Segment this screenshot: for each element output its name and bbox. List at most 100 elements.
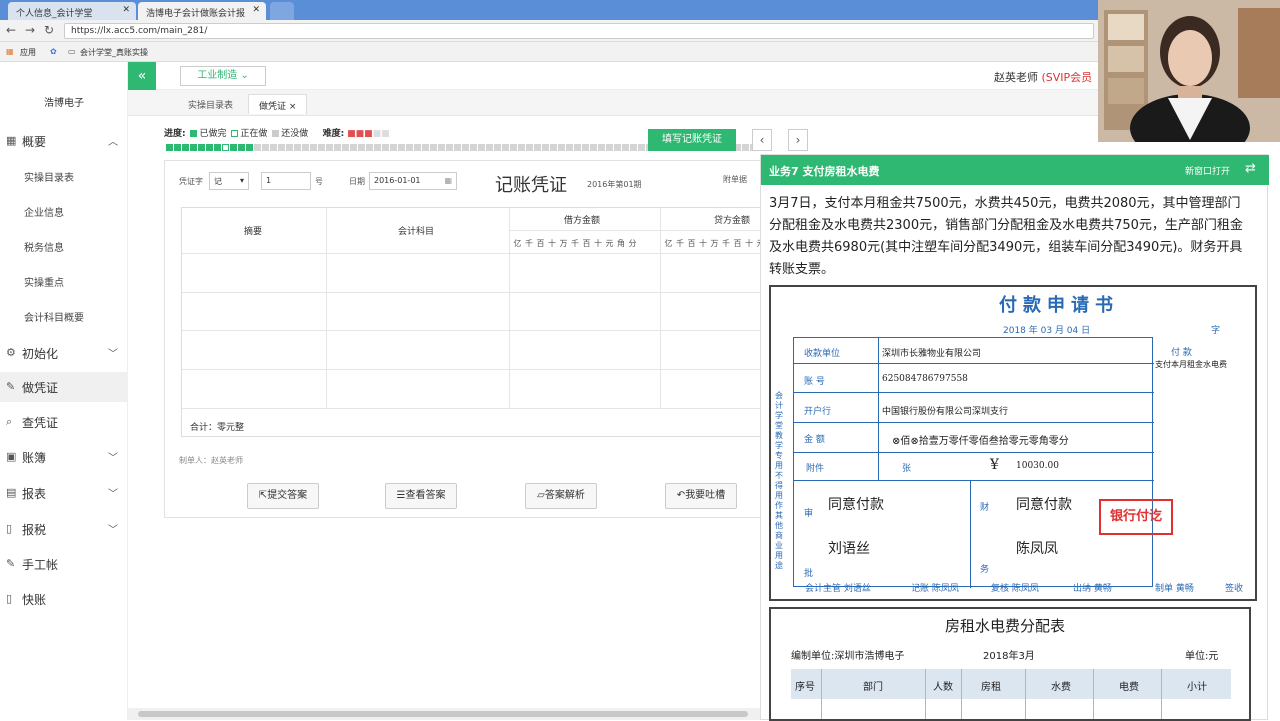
progress-segment[interactable] [286,144,293,151]
submit-answer-button[interactable]: ⇱提交答案 [247,483,319,509]
progress-segment[interactable] [550,144,557,151]
progress-segment[interactable] [598,144,605,151]
switch-icon[interactable]: ⇄ [1245,161,1256,176]
progress-segment[interactable] [558,144,565,151]
progress-segment[interactable] [318,144,325,151]
sidebar-item-quick[interactable]: ▯ 快账 [0,584,128,614]
horizontal-scrollbar[interactable] [128,708,760,720]
voucher-date-field[interactable]: 2016-01-01 ▦ [369,172,457,190]
reload-icon[interactable]: ↻ [44,23,54,37]
sidebar-item-voucher[interactable]: ✎ 做凭证 [0,372,128,402]
progress-segment[interactable] [182,144,189,151]
progress-segment[interactable] [574,144,581,151]
progress-segment[interactable] [174,144,181,151]
progress-segment[interactable] [414,144,421,151]
close-icon[interactable]: ✕ [122,5,130,15]
progress-segment[interactable] [246,144,253,151]
progress-segment[interactable] [406,144,413,151]
sidebar-item-query[interactable]: ⌕ 查凭证 [0,407,128,437]
sidebar-item-overview[interactable]: ▦ 概要 ︿ [0,126,128,156]
feedback-button[interactable]: ↶我要吐槽 [665,483,737,509]
progress-segment[interactable] [310,144,317,151]
progress-segment[interactable] [590,144,597,151]
sidebar-item-ledger[interactable]: ▣ 账簿 ﹀ [0,442,128,472]
progress-segment[interactable] [166,144,173,151]
new-tab-button[interactable] [270,2,294,20]
progress-segment[interactable] [366,144,373,151]
progress-segment[interactable] [206,144,213,151]
sidebar-item-report[interactable]: ▤ 报表 ﹀ [0,478,128,508]
user-info[interactable]: 赵英老师 (SVIP会员 [994,69,1092,85]
progress-segment[interactable] [326,144,333,151]
progress-segment[interactable] [254,144,261,151]
open-new-window-link[interactable]: 新窗口打开 [1185,164,1230,177]
progress-segment[interactable] [390,144,397,151]
progress-segment[interactable] [438,144,445,151]
scrollbar-thumb[interactable] [138,711,748,717]
progress-segment[interactable] [230,144,237,151]
sidebar-sub-company[interactable]: 企业信息 [24,204,64,219]
tab-voucher[interactable]: 做凭证 × [248,94,308,114]
progress-segment[interactable] [614,144,621,151]
progress-segment[interactable] [382,144,389,151]
progress-segment[interactable] [486,144,493,151]
progress-segment[interactable] [446,144,453,151]
progress-segment[interactable] [606,144,613,151]
progress-segment[interactable] [534,144,541,151]
progress-segment[interactable] [198,144,205,151]
progress-segment[interactable] [270,144,277,151]
back-icon[interactable]: ← [6,23,16,37]
progress-segment[interactable] [190,144,197,151]
voucher-number-stepper[interactable]: 1 [261,172,311,190]
progress-segment[interactable] [542,144,549,151]
close-icon[interactable]: × [289,102,297,112]
progress-segment[interactable] [462,144,469,151]
progress-segment[interactable] [214,144,221,151]
progress-segment[interactable] [430,144,437,151]
progress-segment[interactable] [526,144,533,151]
url-field[interactable]: https://lx.acc5.com/main_281/ [64,23,1094,39]
progress-segment[interactable] [742,144,749,151]
progress-segment[interactable] [222,144,229,151]
voucher-table[interactable]: 摘要 会计科目 借方金额 贷方金额 亿千百十万千百十元角分亿千百十万千百十元 合… [181,207,766,437]
prev-button[interactable]: ‹ [752,129,772,151]
fill-voucher-button[interactable]: 填写记账凭证 [648,129,736,151]
progress-segment[interactable] [622,144,629,151]
industry-dropdown[interactable]: 工业制造 ⌄ [180,66,266,86]
progress-segment[interactable] [582,144,589,151]
progress-segment[interactable] [350,144,357,151]
sidebar-sub-catalog[interactable]: 实操目录表 [24,169,74,184]
progress-segment[interactable] [358,144,365,151]
next-button[interactable]: › [788,129,808,151]
progress-segment[interactable] [518,144,525,151]
progress-segment[interactable] [342,144,349,151]
progress-segment[interactable] [294,144,301,151]
apps-icon[interactable]: ▦ [6,47,14,56]
progress-segment[interactable] [494,144,501,151]
progress-segment[interactable] [334,144,341,151]
progress-segment[interactable] [638,144,645,151]
progress-segment[interactable] [470,144,477,151]
view-answer-button[interactable]: ☰查看答案 [385,483,457,509]
progress-segment[interactable] [630,144,637,151]
sidebar-sub-accounts[interactable]: 会计科目概要 [24,309,84,324]
progress-segment[interactable] [502,144,509,151]
progress-segment[interactable] [566,144,573,151]
progress-segment[interactable] [422,144,429,151]
progress-segment[interactable] [278,144,285,151]
answer-analysis-button[interactable]: ▱答案解析 [525,483,597,509]
sidebar-item-init[interactable]: ⚙ 初始化 ﹀ [0,338,128,368]
progress-segment[interactable] [398,144,405,151]
bookmark-apps[interactable]: 应用 [20,47,36,58]
tab-catalog[interactable]: 实操目录表 [178,94,243,114]
progress-segment[interactable] [374,144,381,151]
close-icon[interactable]: ✕ [252,5,260,15]
sidebar-sub-tax[interactable]: 税务信息 [24,239,64,254]
sidebar-sub-keypoints[interactable]: 实操重点 [24,274,64,289]
progress-segment[interactable] [262,144,269,151]
forward-icon[interactable]: → [25,23,35,37]
collapse-sidebar-button[interactable]: « [128,62,156,90]
sidebar-item-tax[interactable]: ▯ 报税 ﹀ [0,514,128,544]
progress-segment[interactable] [510,144,517,151]
sidebar-item-manual[interactable]: ✎ 手工帐 [0,549,128,579]
